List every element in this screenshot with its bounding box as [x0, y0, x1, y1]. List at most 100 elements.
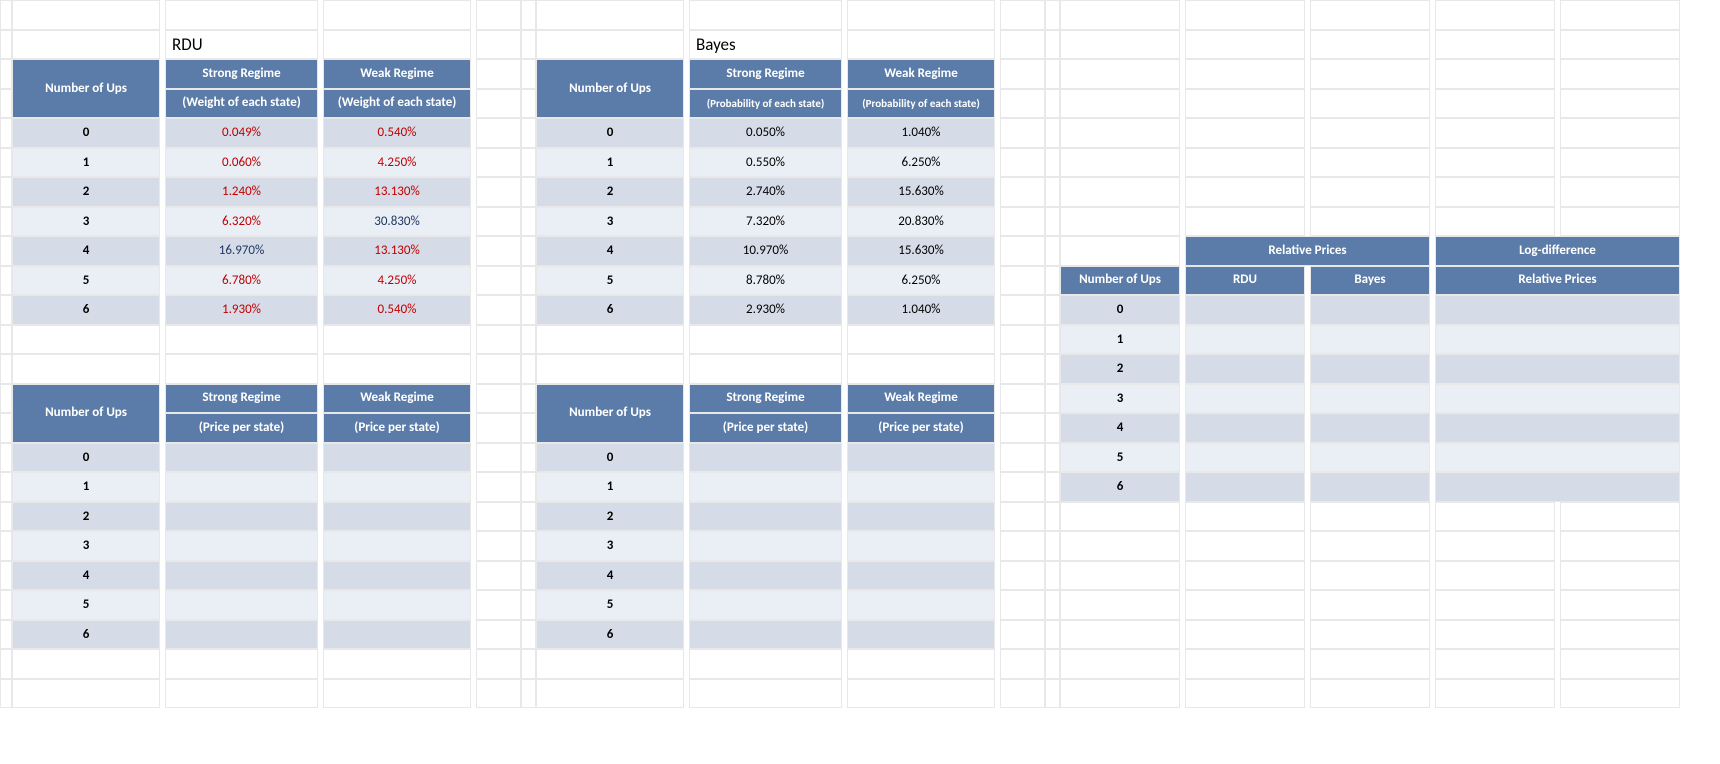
bayes-row-n: 1: [536, 148, 684, 178]
rel-cell-rdu: [1185, 472, 1305, 502]
rdu-price-cell-strong: [165, 472, 318, 502]
rel-cell-bayes: [1310, 472, 1430, 502]
bayes-price-cell-weak: [847, 620, 995, 650]
rdu-price-row-n: 5: [12, 590, 160, 620]
logdiff-hdr: Log-difference: [1435, 236, 1680, 266]
rdu-price-cell-weak: [323, 620, 471, 650]
rdu-cell-strong: 16.970%: [165, 236, 318, 266]
rdu-row-n: 6: [12, 295, 160, 325]
bayes-price-cell-weak: [847, 443, 995, 473]
bayes-price-row-n: 1: [536, 472, 684, 502]
rdu-cell-weak: 13.130%: [323, 236, 471, 266]
rdu-cell-weak: 4.250%: [323, 148, 471, 178]
rel-cell-relprice: [1435, 325, 1680, 355]
rdu-price-cell-strong: [165, 620, 318, 650]
bayes-price-cell-weak: [847, 502, 995, 532]
bayes-row-n: 0: [536, 118, 684, 148]
rdu-cell-strong: 0.049%: [165, 118, 318, 148]
rel-cell-bayes: [1310, 354, 1430, 384]
bayes-cell-strong: 8.780%: [689, 266, 842, 296]
bayes-cell-strong: 0.550%: [689, 148, 842, 178]
bayes-price-cell-weak: [847, 531, 995, 561]
bayes-price-cell-weak: [847, 561, 995, 591]
rel-row-n: 2: [1060, 354, 1180, 384]
bayes-price-cell-strong: [689, 561, 842, 591]
bayes-price-hdr-strong: Strong Regime: [689, 384, 842, 414]
bayes-cell-strong: 10.970%: [689, 236, 842, 266]
rdu-price-cell-weak: [323, 531, 471, 561]
rel-cell-rdu: [1185, 325, 1305, 355]
bayes-cell-strong: 2.930%: [689, 295, 842, 325]
bayes-cell-strong: 0.050%: [689, 118, 842, 148]
bayes-hdr-weak: Weak Regime: [847, 59, 995, 89]
rel-cell-bayes: [1310, 295, 1430, 325]
rdu-price-row-n: 4: [12, 561, 160, 591]
bayes-hdr-strong: Strong Regime: [689, 59, 842, 89]
bayes-cell-strong: 2.740%: [689, 177, 842, 207]
rdu-row-n: 0: [12, 118, 160, 148]
section-title-rdu: RDU: [165, 30, 318, 60]
bayes-price-row-n: 3: [536, 531, 684, 561]
rdu-price-cell-strong: [165, 561, 318, 591]
bayes-price-cell-weak: [847, 590, 995, 620]
bayes-cell-weak: 1.040%: [847, 295, 995, 325]
rel-row-n: 4: [1060, 413, 1180, 443]
rdu-row-n: 1: [12, 148, 160, 178]
rdu-price-row-n: 2: [12, 502, 160, 532]
bayes-price-cell-weak: [847, 472, 995, 502]
rel-cell-bayes: [1310, 384, 1430, 414]
rdu-cell-strong: 1.240%: [165, 177, 318, 207]
bayes-price-cell-strong: [689, 590, 842, 620]
rel-hdr-number-of-ups: Number of Ups: [1060, 266, 1180, 296]
bayes-cell-weak: 6.250%: [847, 148, 995, 178]
bayes-price-hdr-weak: Weak Regime: [847, 384, 995, 414]
bayes-cell-strong: 7.320%: [689, 207, 842, 237]
rdu-row-n: 5: [12, 266, 160, 296]
rdu-cell-strong: 1.930%: [165, 295, 318, 325]
rdu-cell-strong: 0.060%: [165, 148, 318, 178]
rdu-hdr-strong-sub: (Weight of each state): [165, 89, 318, 119]
rel-cell-bayes: [1310, 325, 1430, 355]
bayes-cell-weak: 15.630%: [847, 236, 995, 266]
rdu-cell-weak: 4.250%: [323, 266, 471, 296]
rdu-hdr-number-of-ups: Number of Ups: [12, 59, 160, 118]
rdu-price-cell-strong: [165, 443, 318, 473]
rel-row-n: 1: [1060, 325, 1180, 355]
bayes-price-cell-strong: [689, 531, 842, 561]
rdu-cell-strong: 6.780%: [165, 266, 318, 296]
bayes-cell-weak: 20.830%: [847, 207, 995, 237]
rel-hdr-bayes: Bayes: [1310, 266, 1430, 296]
rdu-hdr-weak-sub: (Weight of each state): [323, 89, 471, 119]
rdu-row-n: 4: [12, 236, 160, 266]
rdu-cell-weak: 13.130%: [323, 177, 471, 207]
bayes-price-row-n: 5: [536, 590, 684, 620]
relprice-hdr-top: Relative Prices: [1185, 236, 1430, 266]
rel-row-n: 0: [1060, 295, 1180, 325]
rdu-price-hdr-strong-sub: (Price per state): [165, 413, 318, 443]
rdu-cell-weak: 0.540%: [323, 118, 471, 148]
bayes-price-row-n: 6: [536, 620, 684, 650]
rel-cell-bayes: [1310, 413, 1430, 443]
rdu-cell-weak: 30.830%: [323, 207, 471, 237]
rdu-price-cell-weak: [323, 561, 471, 591]
rdu-cell-weak: 0.540%: [323, 295, 471, 325]
rel-row-n: 3: [1060, 384, 1180, 414]
rdu-price-cell-strong: [165, 531, 318, 561]
rdu-price-row-n: 3: [12, 531, 160, 561]
bayes-hdr-strong-sub: (Probability of each state): [689, 89, 842, 119]
bayes-price-cell-strong: [689, 443, 842, 473]
rel-cell-bayes: [1310, 443, 1430, 473]
rdu-cell-strong: 6.320%: [165, 207, 318, 237]
bayes-row-n: 6: [536, 295, 684, 325]
rdu-price-hdr-strong: Strong Regime: [165, 384, 318, 414]
rel-cell-relprice: [1435, 443, 1680, 473]
rel-cell-relprice: [1435, 384, 1680, 414]
rdu-row-n: 3: [12, 207, 160, 237]
rel-cell-rdu: [1185, 413, 1305, 443]
bayes-row-n: 2: [536, 177, 684, 207]
rdu-price-hdr-weak: Weak Regime: [323, 384, 471, 414]
bayes-price-hdr-strong-sub: (Price per state): [689, 413, 842, 443]
rel-cell-relprice: [1435, 295, 1680, 325]
rdu-price-cell-weak: [323, 472, 471, 502]
rel-cell-rdu: [1185, 384, 1305, 414]
